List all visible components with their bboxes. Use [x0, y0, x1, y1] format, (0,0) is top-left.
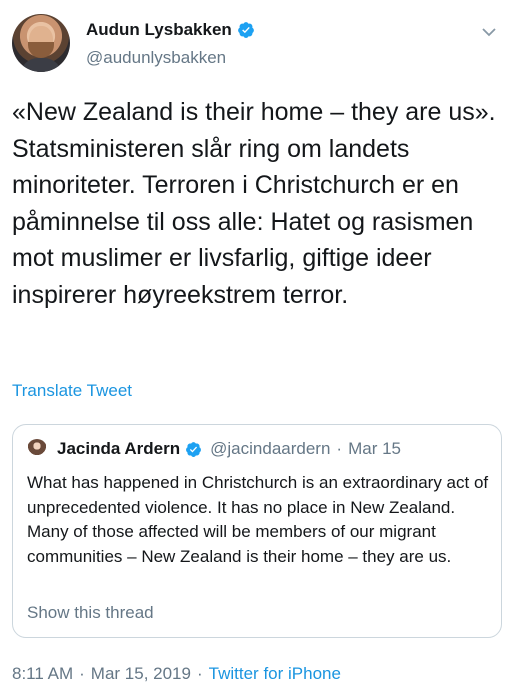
- quoted-separator: ·: [336, 439, 343, 458]
- tweet-text: «New Zealand is their home – they are us…: [12, 98, 496, 309]
- quoted-author-avatar[interactable]: [27, 439, 47, 459]
- author-handle[interactable]: @audunlysbakken: [86, 48, 226, 68]
- meta-separator: ·: [79, 664, 85, 683]
- quoted-tweet-text: What has happened in Christchurch is an …: [27, 473, 489, 566]
- quoted-tweet-header: Jacinda Ardern @jacindaardern · Mar 15: [27, 439, 401, 459]
- show-thread-link[interactable]: Show this thread: [27, 603, 154, 623]
- verified-badge-icon: [186, 441, 202, 457]
- tweet-date[interactable]: Mar 15, 2019: [91, 664, 191, 683]
- author-display-name[interactable]: Audun Lysbakken: [86, 20, 232, 40]
- tweet-source-link[interactable]: Twitter for iPhone: [209, 664, 341, 683]
- author-name-row: Audun Lysbakken: [86, 20, 255, 40]
- meta-separator: ·: [196, 664, 203, 683]
- avatar-beard: [28, 42, 54, 58]
- tweet-header: Audun Lysbakken @audunlysbakken: [12, 14, 507, 78]
- quoted-tweet-card[interactable]: Jacinda Ardern @jacindaardern · Mar 15 W…: [12, 424, 502, 638]
- quoted-author-display-name[interactable]: Jacinda Ardern: [57, 439, 180, 459]
- quoted-author-handle[interactable]: @jacindaardern: [210, 439, 330, 459]
- avatar-shirt: [20, 58, 62, 72]
- chevron-down-icon[interactable]: [481, 24, 497, 40]
- tweet-meta: 8:11 AM · Mar 15, 2019 · Twitter for iPhone: [12, 664, 341, 684]
- verified-badge-icon: [237, 22, 254, 38]
- author-avatar[interactable]: [12, 14, 70, 72]
- translate-tweet-link[interactable]: Translate Tweet: [12, 381, 132, 401]
- quoted-date[interactable]: Mar 15: [348, 439, 401, 459]
- tweet-time[interactable]: 8:11 AM: [12, 664, 73, 683]
